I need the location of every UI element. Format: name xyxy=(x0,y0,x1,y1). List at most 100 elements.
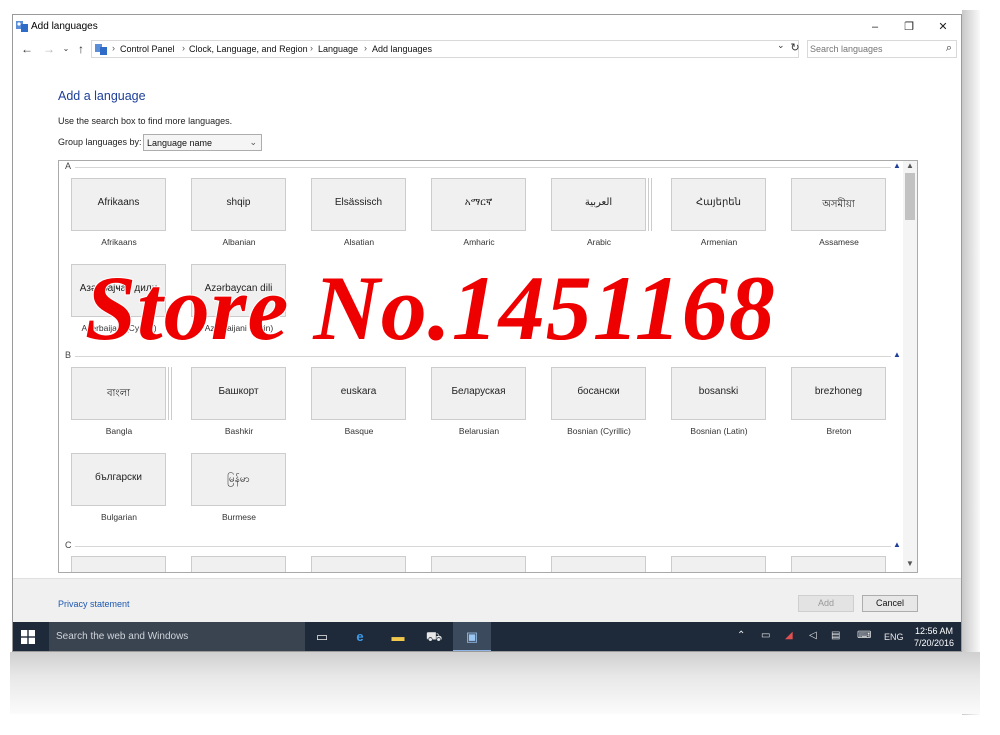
network-icon[interactable]: ◢ xyxy=(785,630,793,641)
language-tile[interactable]: euskara xyxy=(311,367,406,420)
section-letter: C xyxy=(65,540,72,550)
language-english-name: Bosnian (Cyrillic) xyxy=(567,426,631,436)
search-input[interactable] xyxy=(810,42,935,56)
breadcrumb-control-panel[interactable]: Control Panel xyxy=(120,44,175,54)
language-english-name: Armenian xyxy=(700,237,738,247)
language-tile[interactable]: অসমীয়া xyxy=(791,178,886,231)
forward-arrow-icon[interactable]: → xyxy=(42,41,56,57)
language-native-name: አማርኛ xyxy=(464,197,493,208)
title-bar: Add languages – ❐ ✕ xyxy=(13,15,961,39)
scrollbar-thumb[interactable] xyxy=(905,173,915,220)
language-tile[interactable]: Հայերեն xyxy=(671,178,766,231)
window-title: Add languages xyxy=(31,21,98,32)
group-by-value: Language name xyxy=(147,138,213,148)
language-english-name: Bosnian (Latin) xyxy=(690,426,748,436)
scroll-up-arrow-icon[interactable]: ▲ xyxy=(906,161,914,170)
scroll-down-arrow-icon[interactable]: ▼ xyxy=(906,559,914,568)
language-native-name: বাংলা xyxy=(106,388,131,399)
language-tile[interactable] xyxy=(71,556,166,572)
language-tile[interactable]: shqip xyxy=(191,178,286,231)
breadcrumb-clock-language-region[interactable]: Clock, Language, and Region xyxy=(189,44,308,54)
language-english-name: Amharic xyxy=(463,237,495,247)
control-panel-taskbar-button[interactable]: ▣ xyxy=(453,622,491,651)
language-tile[interactable]: brezhoneg xyxy=(791,367,886,420)
language-tile[interactable]: Башкорт xyxy=(191,367,286,420)
breadcrumb[interactable]: › Control Panel › Clock, Language, and R… xyxy=(91,40,799,58)
language-tile[interactable]: Беларуская xyxy=(431,367,526,420)
section-letter: A xyxy=(65,161,72,171)
language-english-name: Breton xyxy=(826,426,852,436)
edge-browser-icon[interactable]: e xyxy=(351,628,369,646)
language-english-name: Albanian xyxy=(222,237,256,247)
back-arrow-icon[interactable]: ← xyxy=(20,41,34,57)
refresh-icon[interactable]: ↻ xyxy=(787,40,803,56)
file-explorer-icon[interactable]: ▬ xyxy=(389,628,407,646)
recent-locations-chevron-icon[interactable]: ⌄ xyxy=(59,41,73,57)
page-shadow-bottom xyxy=(10,652,980,714)
section-divider xyxy=(75,167,891,168)
up-arrow-icon[interactable]: ↑ xyxy=(74,41,88,57)
show-hidden-icons-chevron-icon[interactable]: ⌃ xyxy=(737,630,745,641)
language-tile[interactable] xyxy=(551,556,646,572)
language-tile[interactable]: বাংলা xyxy=(71,367,166,420)
store-icon[interactable]: ⛟ xyxy=(425,628,443,646)
battery-icon[interactable]: ▭ xyxy=(761,630,770,641)
action-center-icon[interactable]: ▤ xyxy=(831,630,840,641)
breadcrumb-language[interactable]: Language xyxy=(318,44,358,54)
task-view-icon[interactable]: ▭ xyxy=(313,628,331,646)
address-dropdown-chevron-icon[interactable]: ⌄ xyxy=(777,40,785,51)
section-collapse-icon[interactable]: ▲ xyxy=(893,350,901,359)
close-button[interactable]: ✕ xyxy=(929,18,957,36)
language-tile[interactable]: Afrikaans xyxy=(71,178,166,231)
keyboard-icon[interactable]: ⌨ xyxy=(857,630,871,641)
windows-start-icon[interactable] xyxy=(21,630,35,644)
language-tile[interactable] xyxy=(191,556,286,572)
language-english-name: Assamese xyxy=(819,237,859,247)
input-language-indicator[interactable]: ENG xyxy=(884,632,904,642)
search-box[interactable]: ⌕ xyxy=(807,40,957,58)
language-english-name: Bangla xyxy=(105,426,133,436)
language-native-name: العربية xyxy=(584,197,613,208)
vertical-scrollbar[interactable]: ▲ ▼ xyxy=(903,161,917,572)
language-tile[interactable]: አማርኛ xyxy=(431,178,526,231)
taskbar-search-box[interactable]: Search the web and Windows xyxy=(49,622,305,651)
language-tile[interactable] xyxy=(311,556,406,572)
section-letter: B xyxy=(65,350,72,360)
control-panel-icon: ▣ xyxy=(465,629,479,644)
language-tile[interactable]: босански xyxy=(551,367,646,420)
clock-date: 7/20/2016 xyxy=(913,638,955,648)
breadcrumb-separator-icon: › xyxy=(364,43,367,53)
language-tile[interactable]: Elsässisch xyxy=(311,178,406,231)
language-list-panel[interactable]: ▲ ▼ A ▲ Afrikaans Afrikaans shqip Albanian Els… xyxy=(58,160,918,573)
language-native-name: euskara xyxy=(340,386,377,397)
language-tile[interactable]: bosanski xyxy=(671,367,766,420)
search-icon[interactable]: ⌕ xyxy=(946,42,952,55)
language-native-name: босански xyxy=(577,386,620,397)
maximize-button[interactable]: ❐ xyxy=(895,18,923,36)
language-tile[interactable]: မြန်မာ xyxy=(191,453,286,506)
minimize-button[interactable]: – xyxy=(861,18,889,36)
breadcrumb-separator-icon: › xyxy=(112,43,115,53)
section-divider xyxy=(75,546,891,547)
language-tile[interactable]: العربية xyxy=(551,178,646,231)
language-tile[interactable] xyxy=(791,556,886,572)
language-tile[interactable]: български xyxy=(71,453,166,506)
language-english-name: Afrikaans xyxy=(101,237,137,247)
taskbar-clock[interactable]: 12:56 AM 7/20/2016 xyxy=(911,625,957,649)
section-collapse-icon[interactable]: ▲ xyxy=(893,540,901,549)
language-english-name: Burmese xyxy=(221,512,256,522)
volume-icon[interactable]: ◁ xyxy=(809,630,817,641)
instruction-text: Use the search box to find more language… xyxy=(58,116,233,126)
privacy-statement-link[interactable]: Privacy statement xyxy=(58,599,130,609)
breadcrumb-add-languages[interactable]: Add languages xyxy=(372,44,432,54)
language-tile[interactable] xyxy=(431,556,526,572)
store-watermark: Store No.1451168 xyxy=(84,256,776,360)
group-by-select[interactable]: Language name ⌄ xyxy=(143,134,262,151)
language-english-name: Arabic xyxy=(586,237,612,247)
language-tile[interactable] xyxy=(671,556,766,572)
dialog-footer: Privacy statement Add Cancel xyxy=(13,578,961,623)
add-button[interactable]: Add xyxy=(798,595,854,612)
section-collapse-icon[interactable]: ▲ xyxy=(893,161,901,170)
taskbar-search-placeholder: Search the web and Windows xyxy=(56,631,189,642)
cancel-button[interactable]: Cancel xyxy=(862,595,918,612)
